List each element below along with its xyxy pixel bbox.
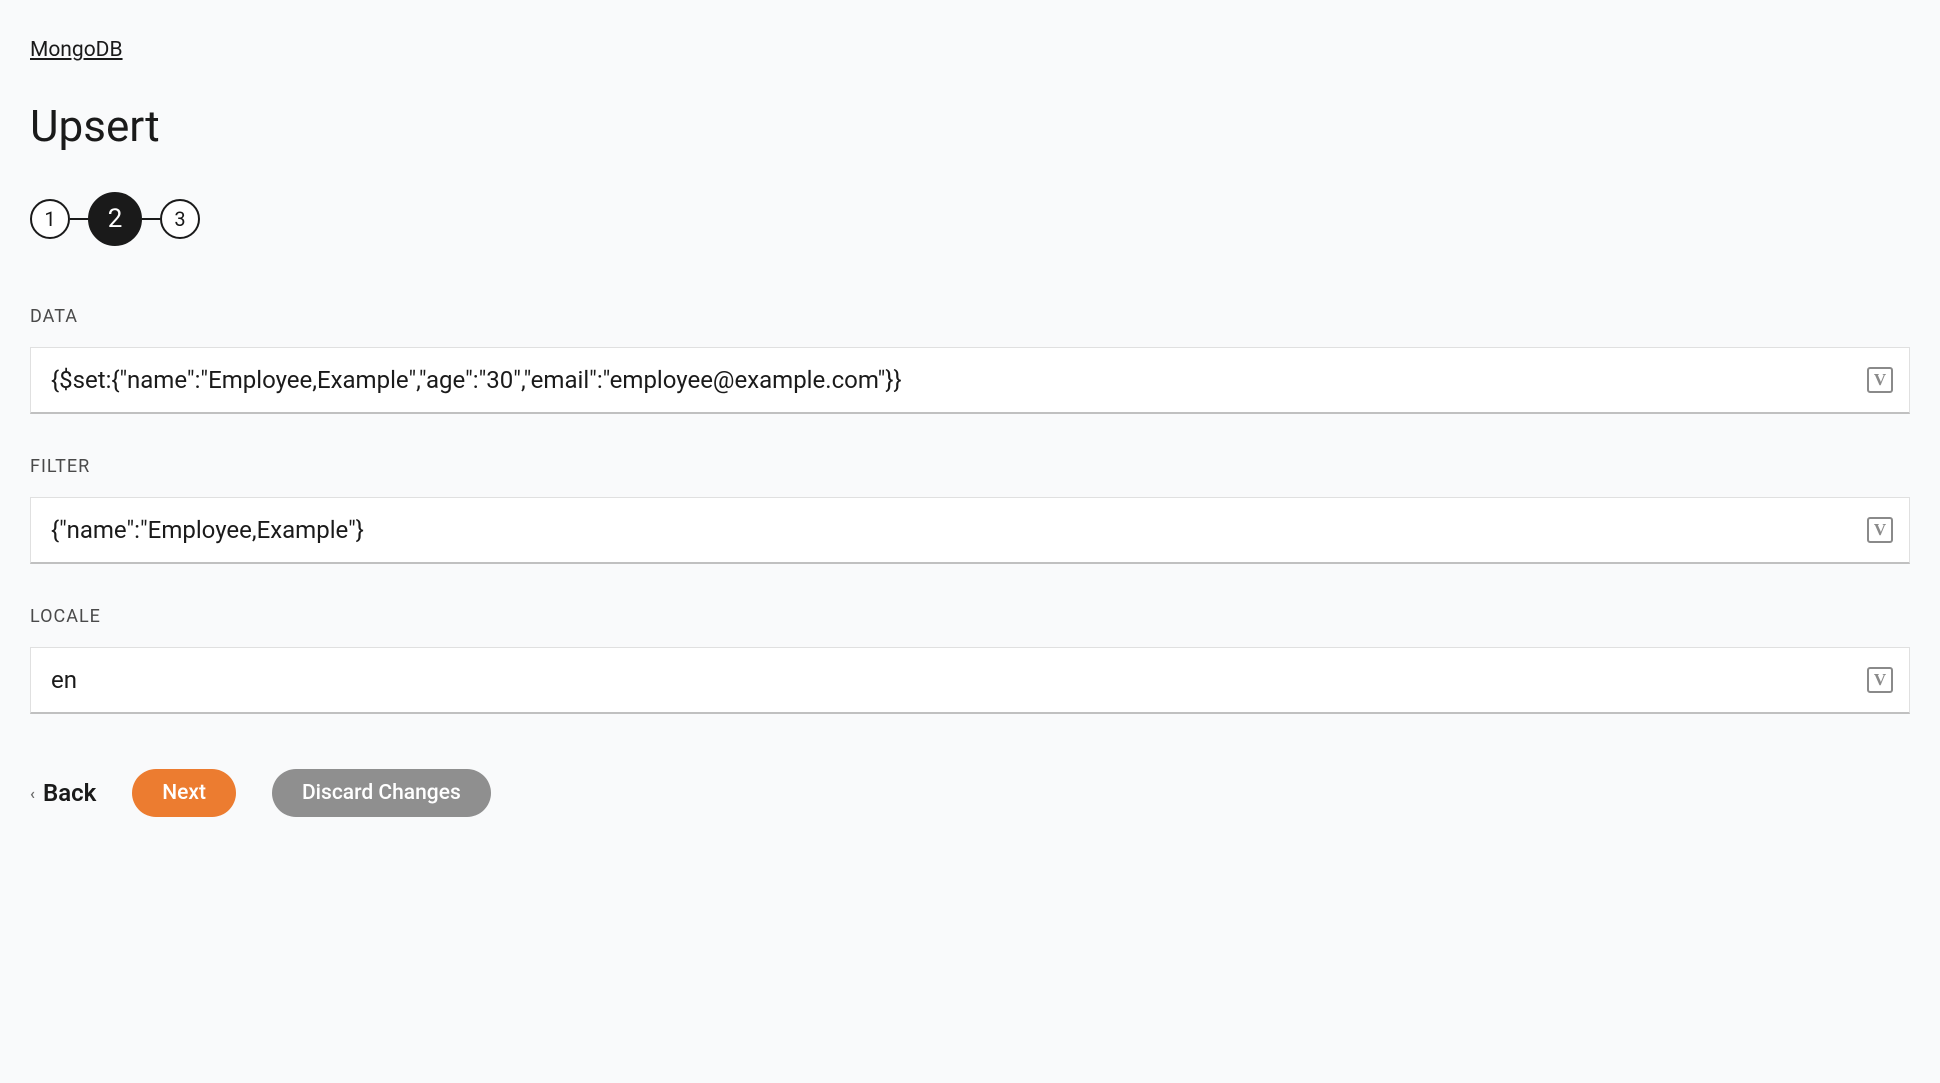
form-group-filter: FILTER V: [30, 456, 1910, 564]
variable-icon[interactable]: V: [1867, 667, 1893, 693]
stepper: 1 2 3: [30, 192, 1910, 246]
data-label: DATA: [30, 306, 1910, 327]
variable-icon[interactable]: V: [1867, 367, 1893, 393]
next-button[interactable]: Next: [132, 769, 236, 817]
step-3[interactable]: 3: [160, 199, 200, 239]
actions-row: ‹ Back Next Discard Changes: [30, 769, 1910, 817]
filter-input[interactable]: [31, 498, 1867, 562]
step-connector: [142, 218, 160, 220]
back-label: Back: [43, 779, 96, 807]
step-connector: [70, 218, 88, 220]
step-2[interactable]: 2: [88, 192, 142, 246]
form-group-locale: LOCALE V: [30, 606, 1910, 714]
form-group-data: DATA V: [30, 306, 1910, 414]
filter-input-wrapper: V: [30, 497, 1910, 564]
locale-label: LOCALE: [30, 606, 1910, 627]
chevron-left-icon: ‹: [30, 784, 35, 803]
breadcrumb-mongodb[interactable]: MongoDB: [30, 38, 123, 62]
data-input-wrapper: V: [30, 347, 1910, 414]
page-title: Upsert: [30, 100, 1910, 152]
step-1[interactable]: 1: [30, 199, 70, 239]
data-input[interactable]: [31, 348, 1867, 412]
discard-button[interactable]: Discard Changes: [272, 769, 491, 817]
variable-icon[interactable]: V: [1867, 517, 1893, 543]
filter-label: FILTER: [30, 456, 1910, 477]
back-button[interactable]: ‹ Back: [30, 779, 96, 807]
locale-input[interactable]: [31, 648, 1867, 712]
locale-input-wrapper: V: [30, 647, 1910, 714]
